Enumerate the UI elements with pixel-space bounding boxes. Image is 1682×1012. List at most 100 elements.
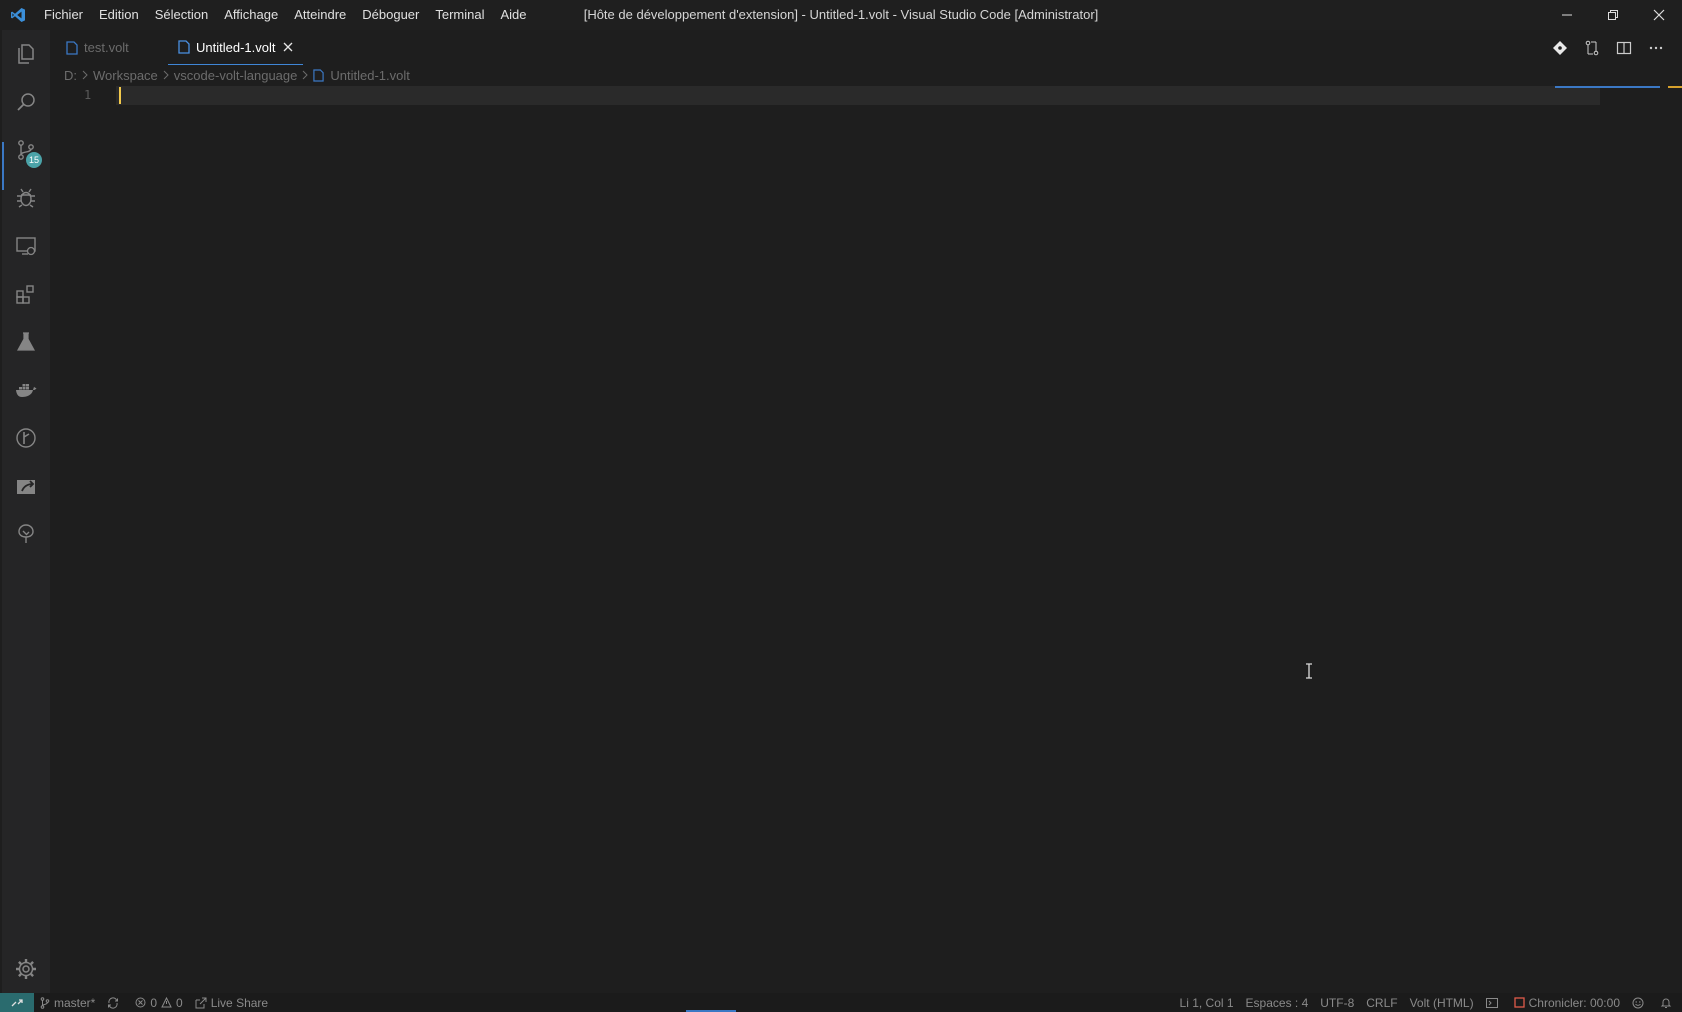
menu-edition[interactable]: Edition bbox=[91, 0, 147, 30]
settings-button[interactable] bbox=[2, 945, 50, 993]
menu-affichage[interactable]: Affichage bbox=[216, 0, 286, 30]
git-graph-button[interactable] bbox=[2, 414, 50, 462]
encoding[interactable]: UTF-8 bbox=[1314, 993, 1360, 1012]
extensions-icon bbox=[16, 285, 34, 304]
remote-explorer-button[interactable] bbox=[2, 222, 50, 270]
chronicler-status[interactable]: Chronicler: 00:00 bbox=[1508, 993, 1626, 1012]
flask-icon bbox=[16, 332, 36, 351]
live-share-button[interactable] bbox=[2, 462, 50, 510]
menu-terminal[interactable]: Terminal bbox=[427, 0, 492, 30]
test-explorer-button[interactable] bbox=[2, 318, 50, 366]
live-share-icon bbox=[17, 480, 35, 494]
chevron-right-icon bbox=[162, 70, 170, 80]
language-mode[interactable]: Volt (HTML) bbox=[1404, 993, 1480, 1012]
source-control-button[interactable]: 15 bbox=[2, 126, 50, 174]
open-changes-button[interactable] bbox=[1576, 30, 1608, 65]
error-icon bbox=[135, 997, 146, 1008]
tab-untitled-1-volt[interactable]: Untitled-1.volt bbox=[168, 30, 304, 65]
restore-button[interactable] bbox=[1590, 0, 1636, 30]
explorer-button[interactable] bbox=[2, 30, 50, 78]
tab-label: test.volt bbox=[84, 40, 129, 55]
bell-icon bbox=[1660, 997, 1672, 1009]
breadcrumb-drive[interactable]: D: bbox=[64, 68, 77, 83]
cursor-position[interactable]: Li 1, Col 1 bbox=[1174, 993, 1240, 1012]
menu-atteindre[interactable]: Atteindre bbox=[286, 0, 354, 30]
ellipsis-icon bbox=[1649, 46, 1663, 49]
debug-button[interactable] bbox=[2, 174, 50, 222]
bug-icon bbox=[17, 188, 35, 208]
sync-icon bbox=[107, 996, 119, 1009]
breadcrumb: D: Workspace vscode-volt-language Untitl… bbox=[64, 65, 410, 85]
smiley-icon bbox=[1632, 997, 1644, 1009]
file-icon bbox=[66, 40, 78, 55]
split-editor-button[interactable] bbox=[1608, 30, 1640, 65]
breadcrumb-project[interactable]: vscode-volt-language bbox=[174, 68, 298, 83]
minimize-icon bbox=[1562, 14, 1572, 16]
search-icon bbox=[17, 93, 35, 111]
branch-name: master* bbox=[54, 995, 96, 1010]
search-button[interactable] bbox=[2, 78, 50, 126]
status-bar: master* 0 0 Live Share Li 1, Col 1 Espac… bbox=[0, 993, 1682, 1012]
editor-actions bbox=[1544, 30, 1672, 65]
tab-test-volt[interactable]: test.volt bbox=[56, 30, 139, 65]
current-line-highlight bbox=[116, 86, 1600, 105]
title-bar: Fichier Edition Sélection Affichage Atte… bbox=[0, 0, 1682, 30]
scm-badge: 15 bbox=[26, 152, 42, 168]
git-diamond-icon bbox=[1553, 40, 1567, 55]
restore-icon bbox=[1608, 10, 1618, 20]
chevron-right-icon bbox=[81, 70, 89, 80]
breadcrumb-workspace[interactable]: Workspace bbox=[93, 68, 158, 83]
menu-aide[interactable]: Aide bbox=[493, 0, 535, 30]
tree-view-button[interactable] bbox=[2, 510, 50, 558]
menu-selection[interactable]: Sélection bbox=[147, 0, 216, 30]
text-cursor bbox=[119, 87, 121, 104]
menu-bar: Fichier Edition Sélection Affichage Atte… bbox=[36, 0, 535, 30]
vscode-logo-icon bbox=[0, 0, 36, 30]
problems-status[interactable]: 0 0 bbox=[129, 993, 188, 1012]
close-icon bbox=[1653, 9, 1665, 21]
status-bar-right: Li 1, Col 1 Espaces : 4 UTF-8 CRLF Volt … bbox=[1174, 993, 1682, 1012]
git-graph-icon bbox=[16, 428, 36, 448]
chronicler-label: Chronicler: 00:00 bbox=[1528, 995, 1620, 1010]
breadcrumb-file[interactable]: Untitled-1.volt bbox=[313, 67, 410, 83]
branch-status[interactable]: master* bbox=[34, 993, 101, 1012]
remote-explorer-icon bbox=[16, 237, 36, 256]
minimize-button[interactable] bbox=[1544, 0, 1590, 30]
window-controls bbox=[1544, 0, 1682, 30]
extensions-button[interactable] bbox=[2, 270, 50, 318]
more-actions-button[interactable] bbox=[1640, 30, 1672, 65]
terminal-status-button[interactable] bbox=[1480, 993, 1508, 1012]
scrollbar-cursor-marker bbox=[1668, 86, 1682, 88]
error-count: 0 bbox=[150, 995, 158, 1010]
menu-deboguer[interactable]: Déboguer bbox=[354, 0, 427, 30]
git-lens-button[interactable] bbox=[1544, 30, 1576, 65]
close-tab-icon[interactable] bbox=[283, 42, 293, 52]
file-icon bbox=[313, 68, 325, 82]
tabs-bar: test.volt Untitled-1.volt bbox=[50, 30, 1682, 65]
warning-icon bbox=[161, 997, 172, 1008]
files-icon bbox=[18, 44, 34, 64]
tab-label: Untitled-1.volt bbox=[196, 39, 276, 55]
compare-changes-icon bbox=[1585, 40, 1599, 55]
live-share-label: Live Share bbox=[210, 995, 269, 1010]
activity-bar: 15 bbox=[2, 30, 50, 993]
live-share-status[interactable]: Live Share bbox=[189, 993, 274, 1012]
minimap-viewport[interactable] bbox=[1555, 86, 1660, 88]
docker-icon bbox=[16, 384, 37, 397]
breadcrumb-file-label: Untitled-1.volt bbox=[330, 67, 410, 83]
chevron-right-icon bbox=[301, 70, 309, 80]
end-of-line[interactable]: CRLF bbox=[1360, 993, 1403, 1012]
docker-button[interactable] bbox=[2, 366, 50, 414]
remote-indicator-button[interactable] bbox=[0, 993, 34, 1012]
menu-fichier[interactable]: Fichier bbox=[36, 0, 91, 30]
record-icon bbox=[1513, 997, 1525, 1008]
feedback-button[interactable] bbox=[1626, 993, 1654, 1012]
notifications-button[interactable] bbox=[1654, 993, 1682, 1012]
remote-icon bbox=[11, 998, 23, 1006]
editor-area[interactable]: 1 bbox=[50, 85, 1682, 993]
indentation[interactable]: Espaces : 4 bbox=[1240, 993, 1315, 1012]
sync-button[interactable] bbox=[101, 993, 129, 1012]
terminal-icon bbox=[1485, 997, 1498, 1009]
git-branch-icon bbox=[40, 996, 50, 1009]
close-window-button[interactable] bbox=[1636, 0, 1682, 30]
